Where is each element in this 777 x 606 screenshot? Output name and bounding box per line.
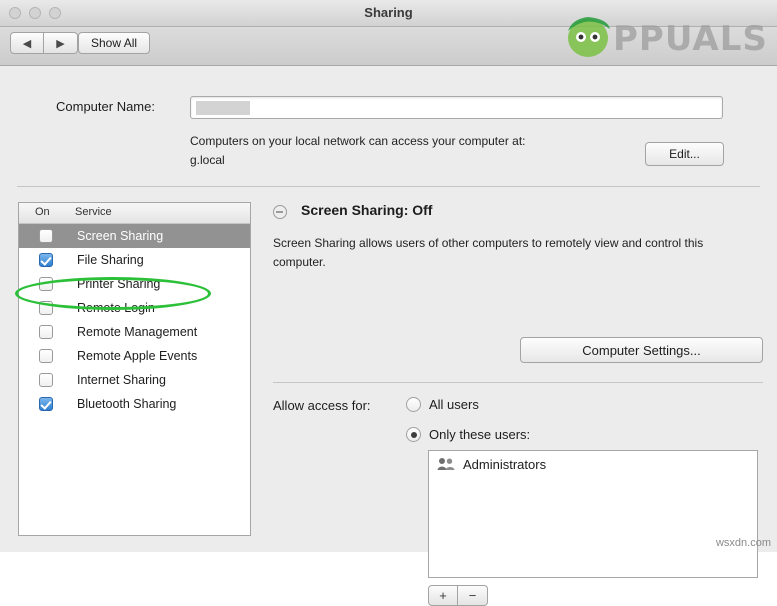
service-row-screen-sharing[interactable]: Screen Sharing (19, 224, 250, 248)
service-label: Remote Management (77, 325, 197, 339)
network-access-line2: g.local (190, 151, 525, 170)
radio-button-only-these-users[interactable] (406, 427, 421, 442)
network-access-info: Computers on your local network can acce… (190, 132, 525, 170)
pane-divider (273, 382, 763, 383)
service-checkbox-internet-sharing[interactable] (39, 373, 53, 387)
service-checkbox-remote-management[interactable] (39, 325, 53, 339)
column-header-on: On (35, 206, 50, 218)
service-row-printer-sharing[interactable]: Printer Sharing (19, 272, 250, 296)
computer-name-row: Computer Name: (0, 96, 777, 120)
computer-settings-button[interactable]: Computer Settings... (520, 337, 763, 363)
list-item[interactable]: Administrators (429, 451, 757, 477)
service-row-internet-sharing[interactable]: Internet Sharing (19, 368, 250, 392)
service-label: Internet Sharing (77, 373, 166, 387)
add-user-button[interactable]: + (428, 585, 458, 606)
computer-name-input[interactable] (190, 96, 723, 119)
radio-all-users-label: All users (429, 397, 479, 412)
forward-button[interactable]: ▶ (44, 32, 78, 54)
minus-circle-icon (273, 205, 287, 219)
show-all-button[interactable]: Show All (78, 32, 150, 54)
user-name: Administrators (463, 457, 546, 472)
service-row-remote-management[interactable]: Remote Management (19, 320, 250, 344)
service-label: File Sharing (77, 253, 144, 267)
service-detail-pane: Screen Sharing: Off Screen Sharing allow… (273, 202, 763, 224)
computer-name-label: Computer Name: (56, 99, 155, 114)
service-checkbox-bluetooth-sharing[interactable] (39, 397, 53, 411)
service-checkbox-screen-sharing[interactable] (39, 229, 53, 243)
radio-only-these-users-label: Only these users: (429, 427, 530, 442)
service-label: Bluetooth Sharing (77, 397, 176, 411)
column-header-service: Service (75, 206, 112, 218)
service-checkbox-remote-login[interactable] (39, 301, 53, 315)
user-list-controls: + − (428, 585, 488, 606)
window-title: Sharing (0, 5, 777, 20)
service-row-file-sharing[interactable]: File Sharing (19, 248, 250, 272)
content-divider (17, 186, 760, 187)
redacted-value (196, 101, 250, 115)
edit-button[interactable]: Edit... (645, 142, 724, 166)
preferences-content: Computer Name: Computers on your local n… (0, 66, 777, 552)
service-row-remote-login[interactable]: Remote Login (19, 296, 250, 320)
services-list[interactable]: On Service Screen Sharing File Sharing P… (18, 202, 251, 536)
network-access-line1: Computers on your local network can acce… (190, 132, 525, 151)
preferences-toolbar: ◀ ▶ Show All PPUALS (0, 27, 777, 66)
service-label: Remote Apple Events (77, 349, 197, 363)
service-row-bluetooth-sharing[interactable]: Bluetooth Sharing (19, 392, 250, 416)
sharing-preferences-window: Sharing ◀ ▶ Show All PPUALS Computer Nam… (0, 0, 777, 550)
service-label: Printer Sharing (77, 277, 160, 291)
window-titlebar: Sharing (0, 0, 777, 27)
back-button[interactable]: ◀ (10, 32, 44, 54)
radio-all-users[interactable]: All users (406, 397, 479, 412)
service-row-remote-apple-events[interactable]: Remote Apple Events (19, 344, 250, 368)
navigation-buttons: ◀ ▶ (10, 32, 78, 54)
service-checkbox-file-sharing[interactable] (39, 253, 53, 267)
service-label: Remote Login (77, 301, 155, 315)
service-status-title: Screen Sharing: Off (301, 202, 432, 218)
service-label: Screen Sharing (77, 229, 163, 243)
allowed-users-list[interactable]: Administrators (428, 450, 758, 578)
allow-access-label: Allow access for: (273, 398, 371, 413)
services-list-header: On Service (19, 203, 250, 224)
radio-button-all-users[interactable] (406, 397, 421, 412)
radio-only-these-users[interactable]: Only these users: (406, 427, 530, 442)
remove-user-button[interactable]: − (458, 585, 488, 606)
service-description: Screen Sharing allows users of other com… (273, 234, 719, 272)
service-status-line: Screen Sharing: Off (273, 202, 763, 224)
site-attribution: wsxdn.com (716, 537, 771, 549)
service-checkbox-printer-sharing[interactable] (39, 277, 53, 291)
service-checkbox-remote-apple-events[interactable] (39, 349, 53, 363)
group-icon (437, 457, 455, 471)
